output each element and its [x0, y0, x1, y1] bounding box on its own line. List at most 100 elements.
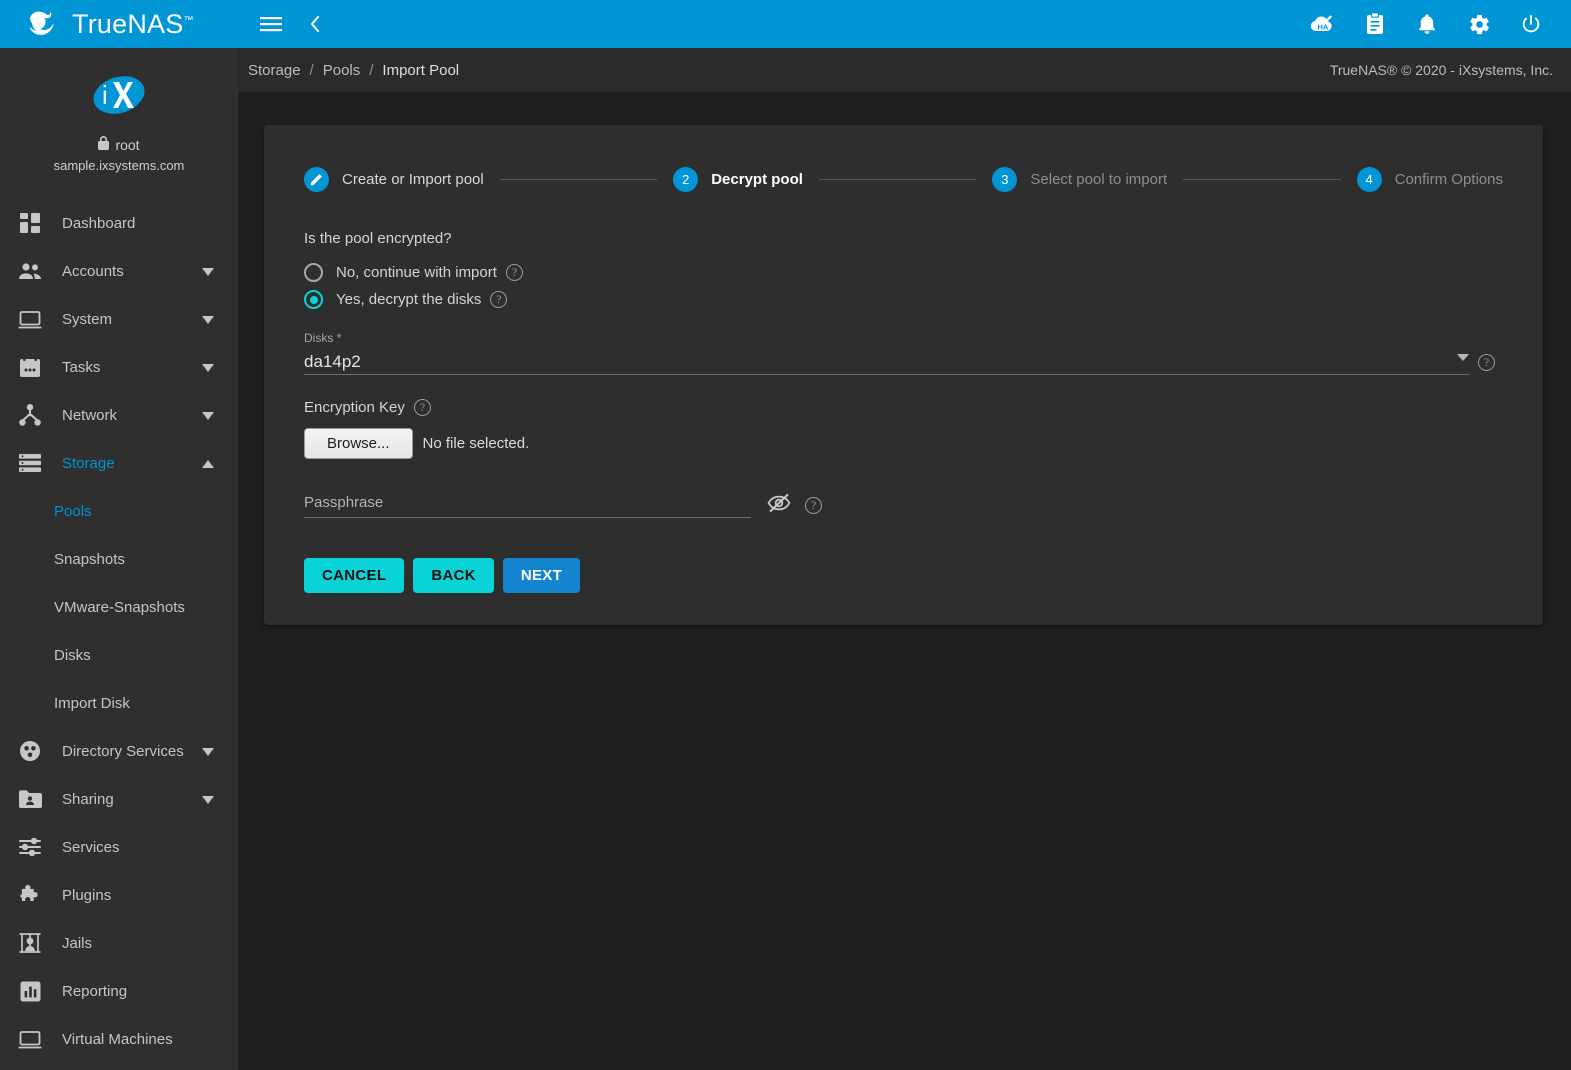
breadcrumb-separator: / — [310, 62, 314, 79]
radio-no-continue-import[interactable]: No, continue with import ? — [304, 259, 1503, 286]
passphrase-field[interactable] — [304, 494, 751, 518]
sidebar-item-tasks[interactable]: Tasks — [0, 343, 238, 391]
chevron-down-icon[interactable] — [202, 311, 214, 328]
tasks-calendar-icon — [12, 355, 48, 379]
power-icon[interactable] — [1517, 10, 1545, 38]
sidebar-item-label: Network — [62, 407, 117, 424]
network-icon — [12, 403, 48, 427]
username-label: root — [115, 137, 139, 153]
encryption-key-group: Encryption Key ? Browse... No file selec… — [304, 399, 1503, 459]
clipboard-icon[interactable] — [1361, 10, 1389, 38]
help-circle-icon[interactable]: ? — [506, 264, 523, 281]
sidebar-item-accounts[interactable]: Accounts — [0, 247, 238, 295]
chevron-down-icon[interactable] — [202, 359, 214, 376]
sidebar-item-label: VMware-Snapshots — [54, 599, 185, 616]
help-circle-icon[interactable]: ? — [414, 399, 431, 416]
help-circle-icon[interactable]: ? — [1478, 354, 1495, 371]
lock-icon — [98, 136, 109, 153]
disks-selected-value: da14p2 — [304, 352, 361, 372]
sidebar-item-system[interactable]: System — [0, 295, 238, 343]
breadcrumb-separator: / — [369, 62, 373, 79]
sidebar-item-disks[interactable]: Disks — [0, 631, 238, 679]
wizard-step-1-label: Create or Import pool — [342, 171, 484, 188]
back-button[interactable]: BACK — [413, 558, 494, 593]
sidebar-item-network[interactable]: Network — [0, 391, 238, 439]
radio-yes-decrypt-disks[interactable]: Yes, decrypt the disks ? — [304, 286, 1503, 313]
ix-systems-logo-icon: i — [90, 70, 148, 120]
accounts-people-icon — [12, 259, 48, 283]
chevron-down-icon[interactable] — [1457, 348, 1469, 366]
bell-icon[interactable] — [1413, 10, 1441, 38]
wizard-step-4[interactable]: 4 Confirm Options — [1357, 167, 1503, 192]
sidebar-item-label: Directory Services — [62, 743, 184, 760]
cancel-button[interactable]: CANCEL — [304, 558, 404, 593]
sidebar-item-label: Sharing — [62, 791, 114, 808]
next-button[interactable]: NEXT — [503, 558, 580, 593]
directory-services-icon — [12, 739, 48, 763]
topbar-right-controls: HA — [1309, 10, 1571, 38]
topbar-left-controls — [238, 11, 328, 37]
chevron-up-icon[interactable] — [202, 455, 214, 472]
content-area: Storage / Pools / Import Pool TrueNAS® ©… — [238, 48, 1571, 1070]
sidebar-item-storage[interactable]: Storage — [0, 439, 238, 487]
browse-button[interactable]: Browse... — [304, 428, 413, 459]
sidebar-item-reporting[interactable]: Reporting — [0, 967, 238, 1015]
chevron-left-icon[interactable] — [302, 11, 328, 37]
plugins-puzzle-icon — [12, 883, 48, 907]
wizard-step-3[interactable]: 3 Select pool to import — [992, 167, 1167, 192]
sidebar-item-directory-services[interactable]: Directory Services — [0, 727, 238, 775]
sidebar-item-jails[interactable]: Jails — [0, 919, 238, 967]
sidebar-item-label: Services — [62, 839, 120, 856]
radio-no-continue-import-label: No, continue with import — [336, 264, 497, 281]
encryption-question-label: Is the pool encrypted? — [304, 230, 1503, 247]
help-circle-icon[interactable]: ? — [490, 291, 507, 308]
gear-icon[interactable] — [1465, 10, 1493, 38]
sidebar-item-import-disk[interactable]: Import Disk — [0, 679, 238, 727]
breadcrumb-item-storage[interactable]: Storage — [248, 62, 301, 79]
eye-off-icon[interactable] — [767, 493, 791, 518]
system-monitor-icon — [12, 307, 48, 331]
chevron-down-icon[interactable] — [202, 743, 214, 760]
decrypt-pool-form: Is the pool encrypted? No, continue with… — [264, 230, 1543, 593]
user-block: i root sample.ixsystems.com — [0, 48, 238, 187]
passphrase-input[interactable] — [304, 494, 751, 511]
sidebar-item-snapshots[interactable]: Snapshots — [0, 535, 238, 583]
chevron-down-icon[interactable] — [202, 791, 214, 808]
sidebar-item-services[interactable]: Services — [0, 823, 238, 871]
sidebar-item-label: Snapshots — [54, 551, 125, 568]
radio-button-unchecked-icon[interactable] — [304, 263, 323, 282]
hamburger-menu-icon[interactable] — [258, 11, 284, 37]
svg-text:i: i — [102, 80, 108, 110]
truenas-logo-icon — [28, 9, 62, 39]
disks-select-field[interactable]: Disks * da14p2 ? — [304, 331, 1469, 375]
breadcrumb-bar: Storage / Pools / Import Pool TrueNAS® ©… — [238, 48, 1571, 92]
dashboard-icon — [12, 211, 48, 235]
sidebar-item-sharing[interactable]: Sharing — [0, 775, 238, 823]
storage-server-icon — [12, 451, 48, 475]
file-status-label: No file selected. — [423, 435, 530, 452]
disks-select-control[interactable]: da14p2 — [304, 345, 1469, 375]
radio-button-checked-icon[interactable] — [304, 290, 323, 309]
sidebar-item-dashboard[interactable]: Dashboard — [0, 199, 238, 247]
breadcrumb-item-pools[interactable]: Pools — [323, 62, 361, 79]
wizard-step-2[interactable]: 2 Decrypt pool — [673, 167, 803, 192]
wizard-step-4-number: 4 — [1357, 167, 1382, 192]
wizard-step-3-number: 3 — [992, 167, 1017, 192]
sidebar-item-pools[interactable]: Pools — [0, 487, 238, 535]
wizard-step-2-number: 2 — [673, 167, 698, 192]
ha-status-icon[interactable]: HA — [1309, 10, 1337, 38]
chevron-down-icon[interactable] — [202, 407, 214, 424]
wizard-step-3-label: Select pool to import — [1030, 171, 1167, 188]
sidebar-item-label: System — [62, 311, 112, 328]
sidebar-item-label: Pools — [54, 503, 92, 520]
disks-field-label: Disks * — [304, 331, 1469, 345]
wizard-step-2-label: Decrypt pool — [711, 171, 803, 188]
chevron-down-icon[interactable] — [202, 263, 214, 280]
wizard-step-1[interactable]: Create or Import pool — [304, 167, 484, 192]
sidebar-item-plugins[interactable]: Plugins — [0, 871, 238, 919]
sidebar-item-vmware-snapshots[interactable]: VMware-Snapshots — [0, 583, 238, 631]
svg-text:HA: HA — [1318, 23, 1329, 32]
sidebar-item-virtual-machines[interactable]: Virtual Machines — [0, 1015, 238, 1063]
help-circle-icon[interactable]: ? — [805, 497, 822, 514]
brand-title: TrueNAS™ — [72, 9, 194, 40]
